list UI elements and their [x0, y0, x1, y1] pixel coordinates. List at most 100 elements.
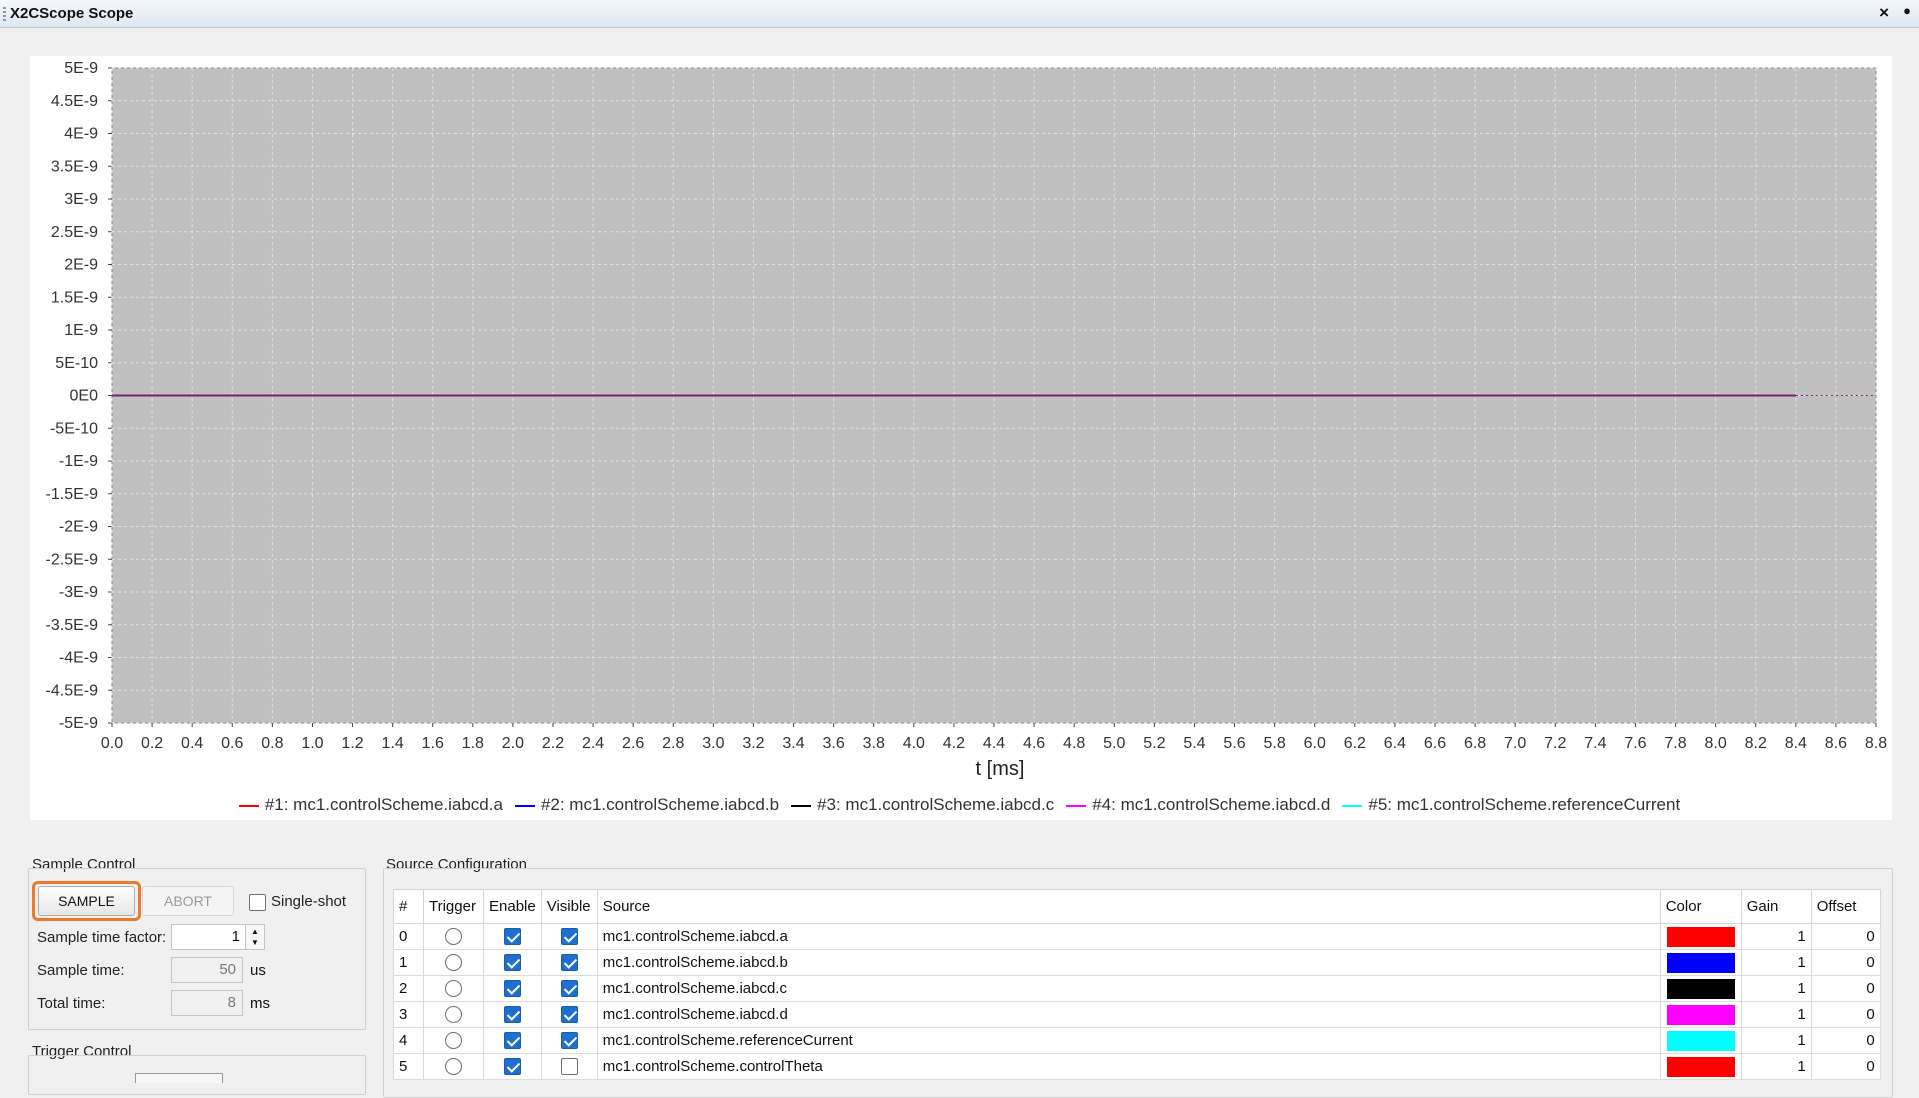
enable-cell[interactable] — [483, 975, 542, 1002]
enable-checkbox[interactable] — [503, 1058, 521, 1076]
abort-button[interactable]: ABORT — [142, 886, 234, 916]
color-cell[interactable] — [1659, 975, 1742, 1002]
col-header-source[interactable]: Source — [596, 889, 1661, 924]
gain-value[interactable]: 1 — [1740, 975, 1812, 1002]
trigger-cell[interactable] — [423, 1053, 484, 1080]
y-tick-label: 2.5E-9 — [51, 224, 98, 241]
enable-cell[interactable] — [483, 1027, 542, 1054]
scope-chart[interactable]: 5E-9 4.5E-9 4E-9 3.5E-9 3E-9 2.5E-9 2E-9 1.5E-9… — [0, 0, 1919, 840]
x-tick-label: 6.6 — [1424, 735, 1446, 752]
gain-value[interactable]: 1 — [1740, 1053, 1812, 1080]
source-name[interactable]: mc1.controlScheme.iabcd.b — [596, 949, 1661, 976]
x-tick-label: 2.6 — [622, 735, 644, 752]
offset-value[interactable]: 0 — [1810, 923, 1881, 950]
color-cell[interactable] — [1659, 1001, 1742, 1028]
table-row[interactable]: 0 mc1.controlScheme.iabcd.a 1 0 — [393, 923, 1881, 950]
x-axis-label: t [ms] — [976, 758, 1025, 780]
color-swatch[interactable] — [1666, 1004, 1735, 1025]
enable-checkbox[interactable] — [503, 928, 521, 946]
gain-value[interactable]: 1 — [1740, 949, 1812, 976]
stepper-down-icon[interactable]: ▼ — [251, 939, 259, 947]
visible-cell[interactable] — [540, 1053, 598, 1080]
col-header-gain[interactable]: Gain — [1740, 889, 1812, 924]
source-name[interactable]: mc1.controlScheme.referenceCurrent — [596, 1027, 1661, 1054]
offset-value[interactable]: 0 — [1810, 1053, 1881, 1080]
offset-value[interactable]: 0 — [1810, 1001, 1881, 1028]
visible-cell[interactable] — [540, 1001, 598, 1028]
gain-value[interactable]: 1 — [1740, 1001, 1812, 1028]
visible-checkbox[interactable] — [560, 928, 578, 946]
gain-value[interactable]: 1 — [1740, 1027, 1812, 1054]
total-time-unit: ms — [250, 995, 270, 1012]
visible-cell[interactable] — [540, 1027, 598, 1054]
trigger-mode-dropdown[interactable] — [135, 1073, 223, 1083]
col-header-trigger[interactable]: Trigger — [423, 889, 484, 924]
trigger-cell[interactable] — [423, 1027, 484, 1054]
col-header-color[interactable]: Color — [1659, 889, 1742, 924]
enable-cell[interactable] — [483, 949, 542, 976]
trigger-cell[interactable] — [423, 975, 484, 1002]
trigger-cell[interactable] — [423, 949, 484, 976]
trigger-radio[interactable] — [445, 1006, 462, 1024]
enable-cell[interactable] — [483, 1053, 542, 1080]
source-name[interactable]: mc1.controlScheme.iabcd.d — [596, 1001, 1661, 1028]
enable-checkbox[interactable] — [503, 1006, 521, 1024]
x-tick-label: 6.2 — [1344, 735, 1366, 752]
offset-value[interactable]: 0 — [1810, 949, 1881, 976]
offset-value[interactable]: 0 — [1810, 975, 1881, 1002]
source-name[interactable]: mc1.controlScheme.iabcd.a — [596, 923, 1661, 950]
visible-checkbox[interactable] — [560, 954, 578, 972]
table-row[interactable]: 3 mc1.controlScheme.iabcd.d 1 0 — [393, 1001, 1881, 1028]
x-tick-label: 5.2 — [1143, 735, 1165, 752]
source-name[interactable]: mc1.controlScheme.controlTheta — [596, 1053, 1661, 1080]
color-swatch[interactable] — [1666, 952, 1735, 973]
enable-checkbox[interactable] — [503, 1032, 521, 1050]
offset-value[interactable]: 0 — [1810, 1027, 1881, 1054]
color-swatch[interactable] — [1666, 1030, 1735, 1051]
color-swatch[interactable] — [1666, 1056, 1735, 1077]
single-shot-checkbox[interactable] — [249, 894, 266, 911]
col-header-index[interactable]: # — [393, 889, 424, 924]
color-swatch[interactable] — [1666, 978, 1735, 999]
enable-cell[interactable] — [483, 923, 542, 950]
col-header-offset[interactable]: Offset — [1810, 889, 1881, 924]
color-cell[interactable] — [1659, 1053, 1742, 1080]
visible-checkbox[interactable] — [560, 1006, 578, 1024]
enable-checkbox[interactable] — [503, 980, 521, 998]
visible-checkbox[interactable] — [560, 1058, 578, 1076]
trigger-radio[interactable] — [445, 928, 462, 946]
table-row[interactable]: 2 mc1.controlScheme.iabcd.c 1 0 — [393, 975, 1881, 1002]
x-tick-label: 8.6 — [1825, 735, 1847, 752]
color-swatch[interactable] — [1666, 926, 1735, 947]
visible-cell[interactable] — [540, 923, 598, 950]
color-cell[interactable] — [1659, 949, 1742, 976]
visible-checkbox[interactable] — [560, 980, 578, 998]
trigger-radio[interactable] — [445, 980, 462, 998]
col-header-visible[interactable]: Visible — [540, 889, 598, 924]
enable-cell[interactable] — [483, 1001, 542, 1028]
table-row[interactable]: 1 mc1.controlScheme.iabcd.b 1 0 — [393, 949, 1881, 976]
col-header-enable[interactable]: Enable — [483, 889, 542, 924]
legend-item: #2: mc1.controlScheme.iabcd.b — [514, 795, 779, 815]
sample-time-factor-input[interactable]: 1 — [171, 924, 247, 950]
trigger-radio[interactable] — [445, 1032, 462, 1050]
visible-cell[interactable] — [540, 949, 598, 976]
table-row[interactable]: 5 mc1.controlScheme.controlTheta 1 0 — [393, 1053, 1881, 1080]
trigger-cell[interactable] — [423, 923, 484, 950]
source-name[interactable]: mc1.controlScheme.iabcd.c — [596, 975, 1661, 1002]
x-tick-label: 4.4 — [983, 735, 1005, 752]
trigger-cell[interactable] — [423, 1001, 484, 1028]
sample-time-factor-stepper[interactable]: ▲ ▼ — [245, 924, 265, 950]
color-cell[interactable] — [1659, 923, 1742, 950]
gain-value[interactable]: 1 — [1740, 923, 1812, 950]
visible-checkbox[interactable] — [560, 1032, 578, 1050]
sample-time-unit: us — [250, 962, 266, 979]
color-cell[interactable] — [1659, 1027, 1742, 1054]
sample-button[interactable]: SAMPLE — [38, 886, 135, 916]
enable-checkbox[interactable] — [503, 954, 521, 972]
trigger-radio[interactable] — [445, 1058, 462, 1076]
visible-cell[interactable] — [540, 975, 598, 1002]
trigger-radio[interactable] — [445, 954, 462, 972]
stepper-up-icon[interactable]: ▲ — [251, 928, 259, 936]
table-row[interactable]: 4 mc1.controlScheme.referenceCurrent 1 0 — [393, 1027, 1881, 1054]
